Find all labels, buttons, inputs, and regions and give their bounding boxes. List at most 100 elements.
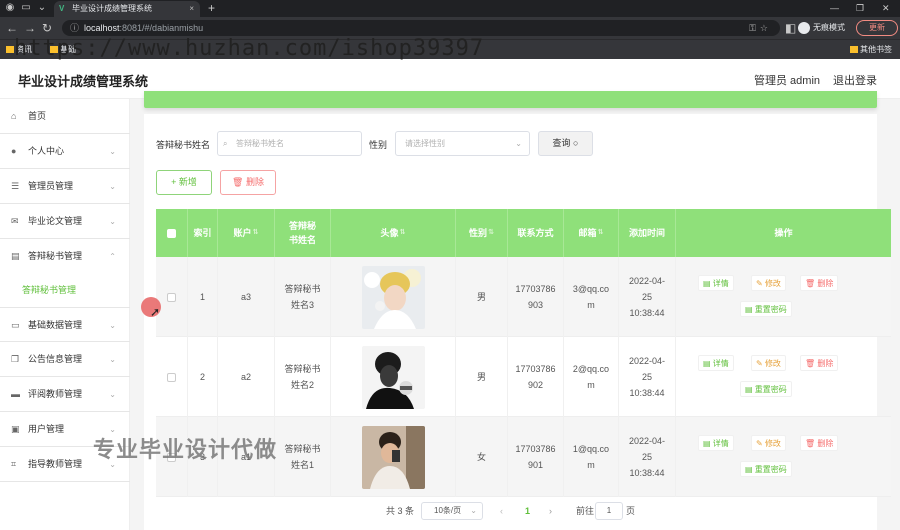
sidebar-item-thesis[interactable]: ✉ 毕业论文管理 ⌄ bbox=[0, 204, 130, 239]
row-select-cell[interactable] bbox=[156, 337, 188, 417]
tab-list-icon[interactable]: ⌄ bbox=[36, 2, 48, 14]
url-action-icons[interactable]: ⚿☆ bbox=[749, 20, 772, 36]
reset-password-label: 重置密码 bbox=[754, 465, 787, 474]
sort-icon[interactable]: ⇅ bbox=[488, 226, 494, 240]
sort-icon[interactable]: ⇅ bbox=[400, 226, 406, 240]
batch-delete-button[interactable]: 🗑︎ 删除 bbox=[220, 170, 276, 195]
row-checkbox[interactable] bbox=[167, 292, 176, 302]
time-cell: 2022-04-25 10:38:44 bbox=[619, 257, 676, 337]
sidebar-item-secretaries[interactable]: ▤ 答辩秘书管理 ⌃ bbox=[0, 239, 130, 274]
sidebar-item-home[interactable]: ⌂ 首页 bbox=[0, 99, 130, 134]
edit-button[interactable]: ✎ 修改 bbox=[751, 355, 786, 371]
chevron-up-icon: ⌃ bbox=[109, 252, 116, 261]
detail-button[interactable]: ▤ 详情 bbox=[698, 435, 734, 451]
column-header[interactable]: 头像 ⇅ bbox=[331, 209, 456, 257]
avatar[interactable] bbox=[361, 425, 425, 489]
sort-icon[interactable]: ⇅ bbox=[253, 226, 259, 240]
printer-icon: ▣ bbox=[11, 424, 20, 434]
forward-icon[interactable]: → bbox=[24, 21, 36, 35]
sidebar-item-admins[interactable]: ☰ 管理员管理 ⌄ bbox=[0, 169, 130, 204]
name-search-input[interactable]: ⌕ 答辩秘书姓名 bbox=[217, 131, 362, 156]
logout-link[interactable]: 退出登录 bbox=[833, 72, 877, 88]
edit-button[interactable]: ✎ 修改 bbox=[751, 435, 786, 451]
select-all-cell[interactable] bbox=[156, 209, 188, 257]
avatar[interactable] bbox=[361, 345, 425, 409]
next-page-icon[interactable]: › bbox=[549, 503, 552, 519]
column-header[interactable]: 联系方式 bbox=[508, 209, 564, 257]
select-all-checkbox[interactable] bbox=[167, 228, 176, 238]
back-icon[interactable]: ← bbox=[6, 21, 18, 35]
document-icon: ▤ bbox=[703, 359, 711, 368]
side-panel-icon[interactable]: ◧ bbox=[785, 21, 796, 35]
column-header[interactable]: 账户 ⇅ bbox=[218, 209, 275, 257]
current-user: 管理员 admin bbox=[754, 75, 821, 87]
prev-page-icon[interactable]: ‹ bbox=[500, 503, 503, 519]
edit-button-label: 修改 bbox=[764, 279, 781, 288]
sort-icon[interactable]: ⇅ bbox=[598, 226, 604, 240]
row-checkbox[interactable] bbox=[167, 372, 176, 382]
reset-password-button[interactable]: ▤ 重置密码 bbox=[740, 301, 792, 317]
add-button[interactable]: + 新增 bbox=[156, 170, 212, 195]
delete-button[interactable]: 🗑︎ 删除 bbox=[800, 435, 839, 451]
detail-button[interactable]: ▤ 详情 bbox=[698, 355, 734, 371]
tab-close-icon[interactable]: × bbox=[189, 1, 194, 17]
avatar[interactable] bbox=[361, 265, 425, 329]
mail-icon: ✉ bbox=[11, 216, 19, 226]
edit-button[interactable]: ✎ 修改 bbox=[751, 275, 786, 291]
column-header: 操作 bbox=[676, 209, 891, 257]
row-select-cell[interactable] bbox=[156, 257, 188, 337]
gender-select[interactable]: 请选择性别 ⌄ bbox=[395, 131, 530, 156]
delete-button-label: 删除 bbox=[817, 439, 834, 448]
trash-icon: 🗑︎ bbox=[805, 279, 816, 288]
gender-cell: 男 bbox=[456, 337, 508, 417]
home-icon: ⌂ bbox=[11, 111, 17, 121]
bookmark-item[interactable]: 其他书签 bbox=[850, 43, 892, 57]
table-row[interactable]: 1 a3 答辩秘书姓名3 男 17703786903 3@qq.com 2022… bbox=[156, 257, 891, 337]
sidebar-item-notices[interactable]: ❐ 公告信息管理 ⌄ bbox=[0, 342, 130, 377]
new-tab-icon[interactable]: + bbox=[208, 0, 215, 17]
sidebar-item-reviewers[interactable]: ▬ 评阅教师管理 ⌄ bbox=[0, 377, 130, 412]
column-header-label: 邮箱 bbox=[578, 228, 597, 238]
goto-page-input[interactable]: 1 bbox=[595, 502, 623, 520]
column-header[interactable]: 性别 ⇅ bbox=[456, 209, 508, 257]
sidebar-subitem-secretary-manage[interactable]: 答辩秘书管理 bbox=[0, 275, 130, 305]
page-number-current[interactable]: 1 bbox=[525, 503, 530, 519]
column-header[interactable]: 添加时间 bbox=[619, 209, 676, 257]
email-cell: 1@qq.com bbox=[564, 417, 619, 497]
window-close-icon[interactable]: ✕ bbox=[882, 0, 890, 17]
avatar-cell bbox=[331, 257, 456, 337]
user-icon: ● bbox=[11, 146, 17, 156]
sidebar-item-profile[interactable]: ● 个人中心 ⌄ bbox=[0, 134, 130, 169]
info-icon[interactable]: ⓘ bbox=[70, 20, 79, 36]
sidebar-item-label: 用户管理 bbox=[28, 424, 65, 434]
sidebar-item-basedata[interactable]: ▭ 基础数据管理 ⌄ bbox=[0, 307, 130, 342]
incognito-indicator[interactable]: 无痕模式 bbox=[798, 20, 845, 36]
minimize-icon[interactable]: — bbox=[830, 0, 839, 17]
restore-icon[interactable]: ❐ bbox=[856, 0, 864, 17]
url-field[interactable]: ⓘ localhost:8081/#/dabianmishu ⚿☆ bbox=[62, 20, 780, 36]
folder-icon bbox=[6, 46, 14, 54]
tab-strip-icon[interactable]: ▭ bbox=[20, 2, 32, 14]
query-button[interactable]: 查询 ○ bbox=[538, 131, 593, 156]
table-row[interactable]: 2 a2 答辩秘书姓名2 男 17703786902 2@qq.com 2022… bbox=[156, 337, 891, 417]
detail-button[interactable]: ▤ 详情 bbox=[698, 275, 734, 291]
document-icon: ▤ bbox=[703, 439, 711, 448]
ops-cell: ▤ 详情 ✎ 修改 🗑︎ 删除 ▤ 重置密码 bbox=[676, 337, 891, 417]
page-size-select[interactable]: 10条/页 ⌄ bbox=[421, 502, 483, 520]
reset-password-button[interactable]: ▤ 重置密码 bbox=[740, 381, 792, 397]
reset-password-button[interactable]: ▤ 重置密码 bbox=[740, 461, 792, 477]
document-icon: ▤ bbox=[703, 279, 711, 288]
sidebar-item-label: 基础数据管理 bbox=[28, 320, 83, 330]
ops-cell: ▤ 详情 ✎ 修改 🗑︎ 删除 ▤ 重置密码 bbox=[676, 417, 891, 497]
column-header[interactable]: 邮箱 ⇅ bbox=[564, 209, 619, 257]
column-header[interactable]: 索引 bbox=[188, 209, 218, 257]
browser-tab[interactable]: V 毕业设计成绩管理系统 × bbox=[54, 1, 200, 17]
browser-menu-icon[interactable]: ◉ bbox=[4, 2, 16, 14]
delete-button[interactable]: 🗑︎ 删除 bbox=[800, 355, 839, 371]
name-search-label: 答辩秘书姓名 bbox=[156, 140, 211, 150]
update-button[interactable]: 更新 bbox=[856, 20, 898, 36]
delete-button[interactable]: 🗑︎ 删除 bbox=[800, 275, 839, 291]
reload-icon[interactable]: ↻ bbox=[42, 21, 52, 35]
column-header[interactable]: 答辩秘书姓名 bbox=[275, 209, 331, 257]
sliders-icon: ☰ bbox=[11, 181, 20, 191]
